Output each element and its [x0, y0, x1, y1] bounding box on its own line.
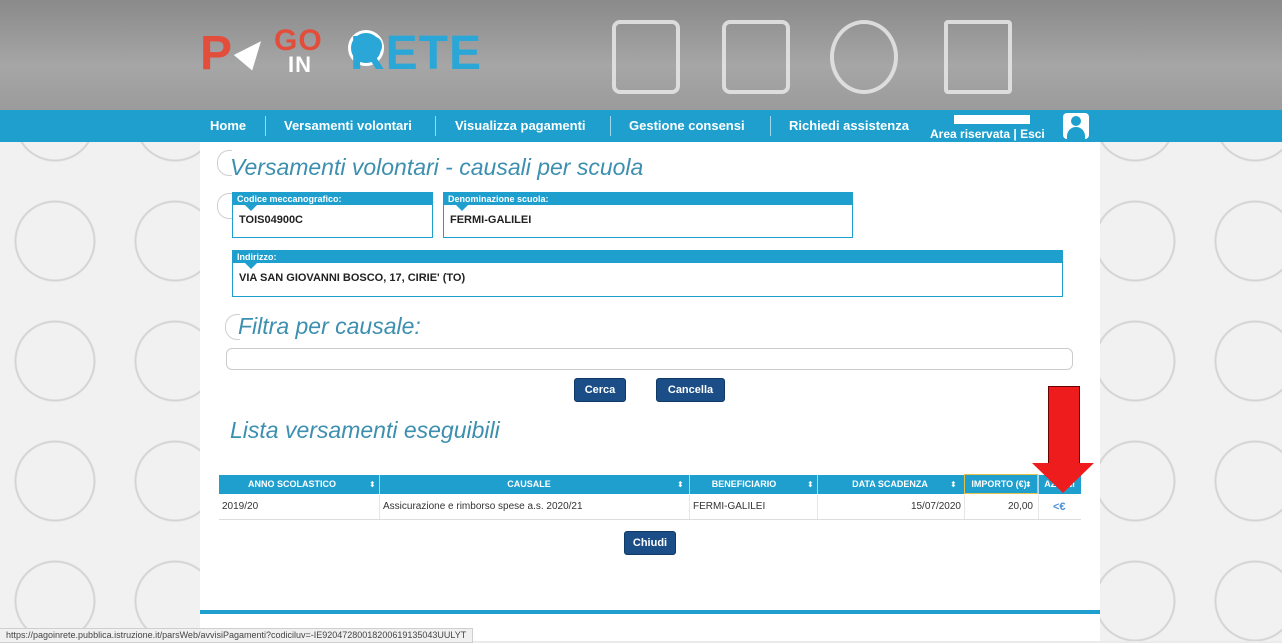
cerca-button[interactable]: Cerca	[574, 378, 626, 402]
cancella-button[interactable]: Cancella	[656, 378, 725, 402]
pay-action-link[interactable]: <€	[1053, 501, 1066, 513]
pago-in-rete-logo[interactable]: P GO IN RETE	[200, 24, 481, 86]
sort-icon[interactable]: ⬍	[677, 475, 684, 494]
cell-data-scadenza: 15/07/2020	[910, 501, 961, 512]
cell-separator	[1038, 495, 1039, 519]
content-bottom-bar	[200, 610, 1100, 614]
cell-causale: Assicurazione e rimborso spese a.s. 2020…	[383, 501, 583, 512]
label-pointer	[245, 205, 257, 211]
denominazione-scuola-box: Denominazione scuola: FERMI-GALILEI	[443, 192, 853, 238]
nav-gestione-consensi[interactable]: Gestione consensi	[629, 118, 745, 133]
codice-label: Codice meccanografico:	[233, 193, 432, 205]
label-pointer	[245, 263, 257, 269]
codice-meccanografico-box: Codice meccanografico: TOIS04900C	[232, 192, 433, 238]
cursor-arrow-icon	[233, 33, 271, 71]
username-field	[954, 115, 1030, 124]
nav-home[interactable]: Home	[210, 118, 246, 133]
user-icon[interactable]	[1063, 113, 1089, 139]
importo-highlight	[964, 474, 1038, 494]
red-arrow-head	[1032, 463, 1094, 493]
header-data-scadenza[interactable]: DATA SCADENZA	[817, 475, 963, 494]
area-riservata-link[interactable]: Area riservata | Esci	[930, 127, 1045, 141]
logo-in: IN	[288, 52, 312, 77]
nav-versamenti-volontari[interactable]: Versamenti volontari	[284, 118, 412, 133]
nav-richiedi-assistenza[interactable]: Richiedi assistenza	[789, 118, 909, 133]
logo-rete: RETE	[350, 27, 483, 80]
cell-anno: 2019/20	[222, 501, 259, 512]
cell-separator	[964, 495, 965, 519]
page-title: Versamenti volontari - causali per scuol…	[230, 154, 644, 180]
sort-icon[interactable]: ⬍	[369, 475, 376, 494]
nav-separator	[770, 116, 771, 136]
nav-separator	[435, 116, 436, 136]
list-title: Lista versamenti eseguibili	[230, 417, 500, 443]
header-anno-scolastico[interactable]: ANNO SCOLASTICO	[219, 475, 365, 494]
filter-title: Filtra per causale:	[238, 313, 421, 339]
causale-filter-input[interactable]	[226, 348, 1073, 370]
indirizzo-box: Indirizzo: VIA SAN GIOVANNI BOSCO, 17, C…	[232, 250, 1063, 297]
meal-icon	[830, 20, 898, 94]
sort-icon[interactable]: ⬍	[950, 475, 957, 494]
school-icon	[722, 20, 790, 94]
nav-visualizza-pagamenti[interactable]: Visualizza pagamenti	[455, 118, 586, 133]
top-navigation: Home Versamenti volontari Visualizza pag…	[0, 110, 1282, 142]
box-bracket	[217, 193, 232, 219]
sort-icon[interactable]: ⬍	[807, 475, 814, 494]
cell-importo: 20,00	[1007, 501, 1033, 512]
label-pointer	[456, 205, 468, 211]
logo-p: P	[200, 27, 234, 80]
header-banner: P GO IN RETE	[0, 0, 1282, 110]
header-beneficiario[interactable]: BENEFICIARIO	[689, 475, 799, 494]
table-row: 2019/20 Assicurazione e rimborso spese a…	[219, 495, 1081, 520]
denominazione-value: FERMI-GALILEI	[450, 214, 532, 226]
chiudi-button[interactable]: Chiudi	[624, 531, 676, 555]
bus-icon	[612, 20, 680, 94]
table-header: ANNO SCOLASTICO ⬍ CAUSALE ⬍ BENEFICIARIO…	[219, 475, 1081, 494]
area-riservata: Area riservata | Esci	[930, 115, 1045, 141]
museum-icon	[944, 20, 1012, 94]
cell-separator	[379, 495, 380, 519]
cell-separator	[817, 495, 818, 519]
nav-separator	[610, 116, 611, 136]
cell-separator	[689, 495, 690, 519]
indirizzo-label: Indirizzo:	[233, 251, 1062, 263]
nav-separator	[265, 116, 266, 136]
red-arrow-annotation	[1048, 386, 1080, 466]
indirizzo-value: VIA SAN GIOVANNI BOSCO, 17, CIRIE' (TO)	[239, 272, 466, 284]
cell-beneficiario: FERMI-GALILEI	[693, 501, 766, 512]
header-causale[interactable]: CAUSALE	[379, 475, 679, 494]
codice-value: TOIS04900C	[239, 214, 304, 226]
denominazione-label: Denominazione scuola:	[444, 193, 852, 205]
